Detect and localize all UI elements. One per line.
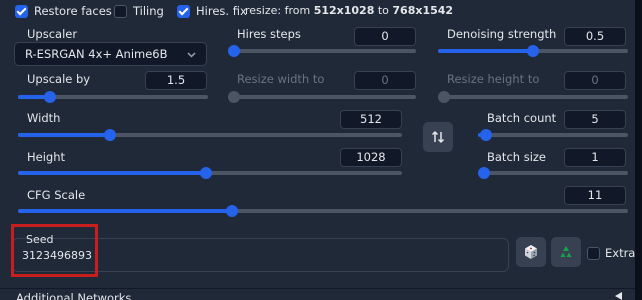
resize-width-slider[interactable] [228, 90, 416, 104]
width-slider[interactable] [18, 128, 402, 142]
extra-label: Extra [605, 246, 636, 260]
upscaler-value: R-ESRGAN 4x+ Anime6B [25, 47, 168, 61]
restore-faces-label: Restore faces [34, 4, 112, 18]
slider-thumb[interactable] [200, 167, 213, 179]
additional-networks-label: Additional Networks [16, 291, 132, 300]
extra-checkbox[interactable] [587, 247, 600, 260]
slider-thumb[interactable] [479, 129, 492, 141]
denoising-strength-label: Denoising strength [447, 27, 557, 41]
window-edge [635, 0, 642, 300]
cfg-scale-label: CFG Scale [27, 188, 86, 202]
hires-fix-checkbox[interactable] [177, 5, 190, 18]
batch-count-input[interactable]: 5 [564, 110, 626, 129]
width-label: Width [27, 111, 61, 125]
batch-size-input[interactable]: 1 [564, 148, 626, 167]
batch-size-label: Batch size [487, 150, 547, 164]
upscale-by-slider[interactable] [18, 90, 208, 104]
slider-thumb[interactable] [104, 129, 117, 141]
restore-faces-checkbox[interactable] [15, 5, 28, 18]
batch-size-slider[interactable] [478, 166, 628, 180]
resize-height-label: Resize height to [447, 72, 540, 86]
hires-fix-label: Hires. fix [196, 4, 247, 18]
slider-thumb[interactable] [225, 205, 238, 217]
denoising-strength-slider[interactable] [438, 44, 628, 58]
resize-note: resize: from 512x1028 to 768x1542 [245, 4, 453, 17]
generation-panel: Restore faces Tiling Hires. fix resize: … [0, 0, 635, 300]
cfg-scale-slider[interactable] [18, 204, 628, 218]
resize-from: 512x1028 [313, 4, 375, 17]
slider-thumb[interactable] [228, 91, 240, 103]
resize-width-input[interactable]: 0 [354, 71, 416, 90]
tiling-checkbox[interactable] [114, 5, 127, 18]
upscale-by-input[interactable]: 1.5 [145, 71, 207, 90]
resize-height-input[interactable]: 0 [564, 71, 626, 90]
resize-width-label: Resize width to [237, 72, 325, 86]
resize-to: 768x1542 [392, 4, 454, 17]
width-input[interactable]: 512 [340, 110, 402, 129]
height-slider[interactable] [18, 166, 402, 180]
chevron-down-icon [187, 52, 196, 58]
batch-count-slider[interactable] [478, 128, 628, 142]
upscaler-label: Upscaler [27, 27, 78, 41]
cfg-scale-input[interactable]: 11 [564, 186, 626, 205]
reuse-seed-button[interactable] [551, 237, 581, 267]
upscale-by-label: Upscale by [27, 72, 91, 86]
tiling-label: Tiling [133, 4, 164, 18]
slider-thumb[interactable] [527, 45, 539, 57]
height-label: Height [27, 150, 66, 164]
recycle-icon [560, 246, 572, 257]
swap-dimensions-button[interactable] [423, 122, 453, 152]
slider-thumb[interactable] [478, 167, 490, 179]
upscaler-dropdown[interactable]: R-ESRGAN 4x+ Anime6B [14, 42, 207, 66]
hires-steps-slider[interactable] [228, 44, 416, 58]
resize-note-prefix: resize: from [245, 4, 314, 17]
random-seed-button[interactable] [516, 237, 546, 267]
resize-note-mid: to [374, 4, 393, 17]
batch-count-label: Batch count [487, 111, 557, 125]
slider-thumb[interactable] [228, 45, 240, 57]
swap-arrows-icon [431, 130, 445, 144]
highlight-box [11, 224, 98, 277]
slider-thumb[interactable] [438, 91, 450, 103]
collapse-triangle-icon[interactable] [613, 291, 623, 300]
additional-networks-accordion[interactable]: Additional Networks [0, 288, 635, 300]
dice-icon [525, 245, 537, 259]
resize-height-slider[interactable] [438, 90, 628, 104]
hires-steps-label: Hires steps [237, 27, 301, 41]
height-input[interactable]: 1028 [340, 148, 402, 167]
slider-thumb[interactable] [44, 91, 57, 103]
